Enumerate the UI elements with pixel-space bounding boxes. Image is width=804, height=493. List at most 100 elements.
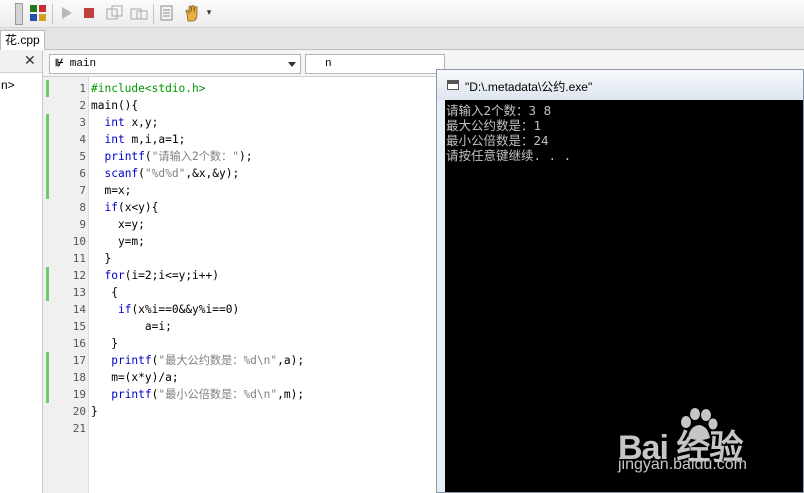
code-token: main(){ [91, 99, 139, 112]
code-line[interactable]: if(x<y){ [91, 199, 158, 216]
code-token: int [104, 116, 125, 129]
file-tab-label: 花.cpp [5, 33, 40, 47]
project-tree-item[interactable]: n> [1, 78, 15, 92]
code-line[interactable]: printf("最大公约数是：%d\n",a); [91, 352, 304, 369]
code-token: (i=2;i<=y;i++) [124, 269, 219, 282]
code-token: m=x; [91, 184, 132, 197]
stop-icon[interactable] [80, 3, 98, 23]
code-token: m,i,a=1; [124, 133, 186, 146]
symbol-combo-value: n [325, 58, 332, 70]
code-token: ,a); [277, 354, 305, 367]
compile-run-icon[interactable] [28, 3, 48, 23]
code-line[interactable]: scanf("%d%d",&x,&y); [91, 165, 239, 182]
console-title: "D:\.metadata\公约.exe" [465, 80, 593, 94]
code-line[interactable]: int m,i,a=1; [91, 131, 185, 148]
code-line[interactable]: printf("请输入2个数："); [91, 148, 252, 165]
line-number: 14 [72, 303, 86, 316]
code-line[interactable]: main(){ [91, 97, 138, 114]
code-token: a=i; [91, 320, 172, 333]
code-line[interactable]: } [91, 250, 111, 267]
line-number: 1 [79, 82, 86, 95]
code-token: if [117, 303, 132, 316]
project-pane-header: ✕ [0, 51, 42, 73]
code-token: "请输入2个数：" [151, 150, 239, 163]
toolbar-more-dropdown-icon[interactable]: ▾ [204, 3, 214, 23]
code-token: printf [111, 388, 152, 401]
code-line[interactable]: } [91, 403, 98, 420]
code-line[interactable]: int x,y; [91, 114, 158, 131]
line-number: 4 [79, 133, 86, 146]
code-token: ( [138, 167, 145, 180]
line-number: 7 [79, 184, 86, 197]
code-line[interactable]: { [91, 284, 118, 301]
line-number: 6 [79, 167, 86, 180]
console-title-bar[interactable]: "D:\.metadata\公约.exe" [437, 70, 803, 100]
step-into-icon[interactable] [128, 3, 150, 23]
code-token: y=m; [91, 235, 145, 248]
toolbar-dropdown[interactable] [15, 3, 23, 25]
scope-combo[interactable]: ⊮ main [49, 54, 301, 74]
code-line[interactable]: } [91, 335, 118, 352]
code-token: (x%i==0&&y%i==0) [131, 303, 240, 316]
symbol-combo[interactable]: n [305, 54, 445, 74]
console-app-icon [447, 80, 459, 90]
line-number: 5 [79, 150, 86, 163]
code-token: for [104, 269, 125, 282]
line-number: 8 [79, 201, 86, 214]
line-number: 15 [72, 320, 86, 333]
code-token: int [104, 133, 125, 146]
code-line[interactable]: #include<stdio.h> [91, 80, 206, 97]
ide-window: ▾ 花.cpp ✕ n> ⊮ main n 1 2 3 4 5 6 7 8 9 10 11 12 13 14… [0, 0, 804, 493]
line-number: 2 [79, 99, 86, 112]
code-token: (x<y){ [117, 201, 159, 214]
code-token: ,&x,&y); [185, 167, 240, 180]
line-number-gutter: 1 2 3 4 5 6 7 8 9 10 11 12 13 14 15 16 17 18 19 20 21 [43, 77, 89, 493]
function-icon: ⊮ [55, 59, 64, 70]
code-token: } [91, 405, 98, 418]
step-over-icon[interactable] [104, 3, 126, 23]
line-number: 16 [72, 337, 86, 350]
file-tab[interactable]: 花.cpp [0, 30, 45, 50]
line-number: 3 [79, 116, 86, 129]
close-icon[interactable]: ✕ [24, 54, 36, 68]
line-number: 10 [72, 235, 86, 248]
code-token: m=(x*y)/a; [91, 371, 179, 384]
code-token: "最小公倍数是：%d\n" [158, 388, 278, 401]
modified-line-marker [46, 267, 49, 301]
code-token: #include<stdio.h> [91, 82, 206, 95]
modified-line-marker [46, 80, 49, 97]
code-line[interactable]: if(x%i==0&&y%i==0) [91, 301, 239, 318]
code-token: { [91, 286, 118, 299]
code-line[interactable]: printf("最小公倍数是：%d\n",m); [91, 386, 304, 403]
line-number: 13 [72, 286, 86, 299]
chevron-down-icon [288, 62, 296, 67]
run-icon[interactable] [58, 3, 76, 23]
code-line[interactable]: m=(x*y)/a; [91, 369, 179, 386]
code-line[interactable]: for(i=2;i<=y;i++) [91, 267, 219, 284]
code-line[interactable]: m=x; [91, 182, 131, 199]
hand-icon[interactable] [182, 3, 202, 23]
line-number: 17 [72, 354, 86, 367]
line-number: 20 [72, 405, 86, 418]
code-line[interactable]: x=y; [91, 216, 145, 233]
code-line[interactable]: a=i; [91, 318, 172, 335]
project-pane: ✕ n> [0, 51, 43, 493]
modified-line-marker [46, 114, 49, 199]
code-token: x,y; [124, 116, 159, 129]
line-number: 21 [72, 422, 86, 435]
line-number: 18 [72, 371, 86, 384]
code-token: printf [104, 150, 145, 163]
modified-line-marker [46, 352, 49, 403]
code-line[interactable]: y=m; [91, 233, 145, 250]
baidu-jingyan-watermark: Bai 经验 jingyan.baidu.com [618, 404, 798, 490]
document-icon[interactable] [158, 3, 176, 23]
line-number: 9 [79, 218, 86, 231]
code-token: printf [111, 354, 152, 367]
